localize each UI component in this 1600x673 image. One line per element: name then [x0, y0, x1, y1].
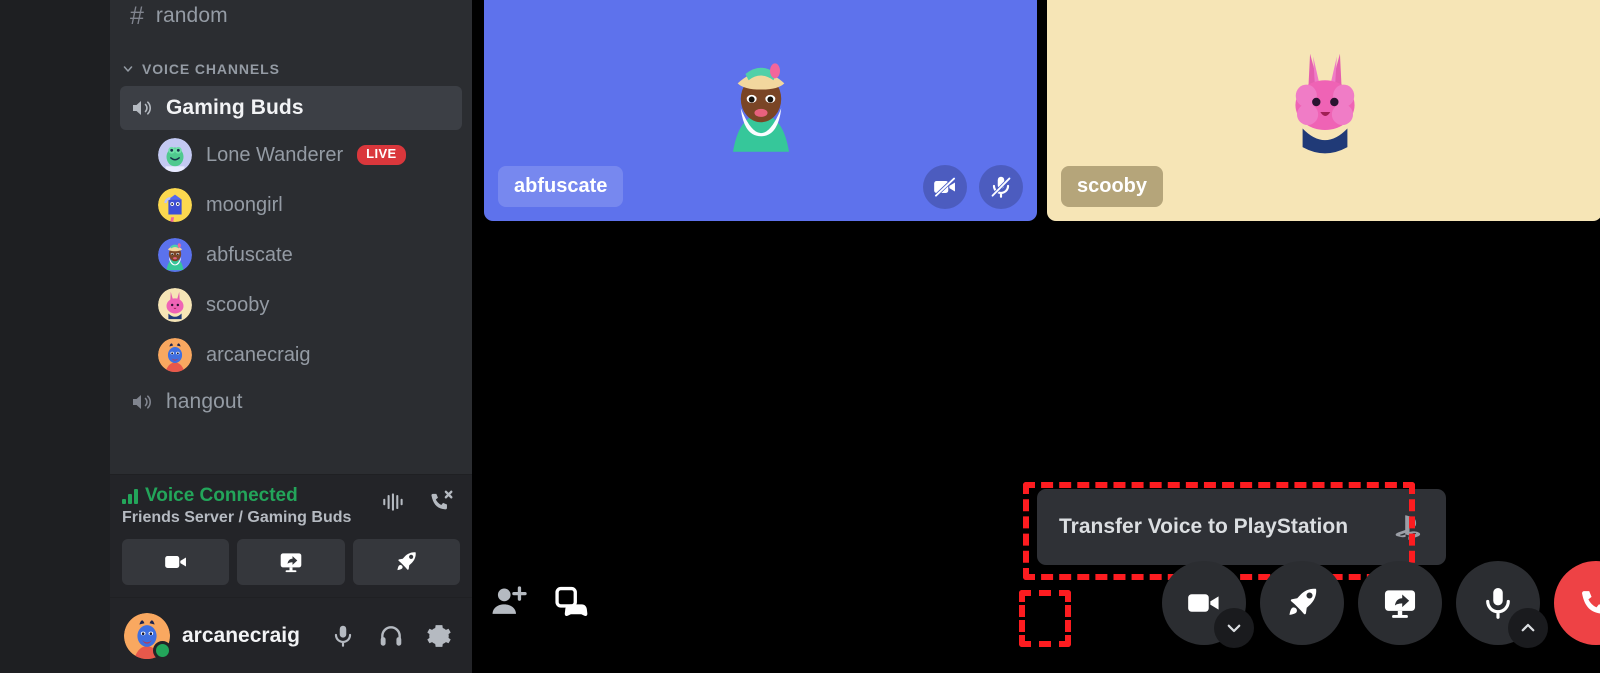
mic-options-button[interactable] [1508, 608, 1548, 648]
avatar [158, 138, 192, 172]
member-name: moongirl [206, 193, 283, 216]
voice-action-buttons [122, 539, 460, 585]
member-name: abfuscate [206, 243, 293, 266]
avatar [158, 338, 192, 372]
username-label: arcanecraig [182, 623, 300, 647]
microphone-icon[interactable] [330, 623, 356, 649]
member-name: scooby [206, 293, 270, 316]
rocket-icon [397, 552, 417, 571]
camera-off-badge [923, 165, 967, 209]
add-person-icon [492, 586, 527, 614]
hangup-icon [1582, 591, 1600, 614]
sidebar-item-random[interactable]: # random [120, 0, 462, 38]
chevron-down-icon [1227, 624, 1241, 633]
member-name: Lone Wanderer [206, 143, 344, 166]
list-item[interactable]: Lone Wanderer LIVE [120, 130, 462, 180]
wizard-avatar [732, 62, 789, 152]
list-item[interactable]: abfuscate [120, 230, 462, 280]
list-item[interactable]: moongirl [120, 180, 462, 230]
channel-label: random [155, 4, 228, 27]
turn-on-camera-button[interactable] [122, 539, 230, 585]
share-screen-button[interactable] [1358, 561, 1442, 645]
list-item[interactable]: scooby [120, 280, 462, 330]
screen-share-icon [1384, 590, 1416, 618]
participant-status-badges [923, 165, 1023, 209]
bottom-left-controls [490, 583, 590, 621]
screen-share-icon [280, 553, 302, 573]
participant-tiles: abfuscate scooby [472, 0, 1600, 221]
sidebar-item-hangout[interactable]: hangout [120, 380, 462, 424]
disconnect-call-icon[interactable] [428, 489, 454, 515]
chevron-up-icon [1521, 623, 1535, 632]
start-activity-button[interactable] [1260, 561, 1344, 645]
mic-off-icon [990, 175, 1012, 199]
presence-indicator [153, 640, 172, 660]
channel-label: Gaming Buds [166, 96, 304, 119]
bunny-avatar [1294, 53, 1355, 153]
channel-list: # random Voice Channels Gaming Buds [110, 0, 472, 474]
category-voice-channels[interactable]: Voice Channels [120, 52, 462, 86]
channel-label: hangout [166, 390, 243, 413]
avatar[interactable] [124, 612, 172, 660]
share-screen-button[interactable] [237, 539, 345, 585]
toggle-camera-button[interactable] [1162, 561, 1254, 648]
list-item[interactable]: arcanecraig [120, 330, 462, 380]
signal-strength-icon [122, 488, 138, 504]
discord-voice-call-window: # random Voice Channels Gaming Buds [0, 0, 1600, 673]
sidebar-item-gaming-buds[interactable]: Gaming Buds [120, 86, 462, 130]
participant-tile[interactable]: abfuscate [484, 0, 1037, 221]
voice-status-label: Voice Connected [145, 485, 298, 506]
avatar [158, 188, 192, 222]
playstation-logo-icon [1392, 511, 1424, 543]
hash-icon: # [130, 1, 144, 30]
camera-options-button[interactable] [1214, 608, 1254, 648]
toggle-mic-button[interactable] [1456, 561, 1548, 648]
rocket-icon [1289, 588, 1317, 615]
channel-sidebar: # random Voice Channels Gaming Buds [110, 0, 472, 673]
start-activity-button[interactable] [352, 539, 460, 585]
headphones-icon[interactable] [378, 623, 404, 649]
member-name: arcanecraig [206, 343, 311, 366]
participant-tile[interactable]: scooby [1047, 0, 1600, 221]
console-button-highlight [1019, 590, 1071, 647]
user-panel: arcanecraig [110, 597, 472, 673]
console-transfer-icon [555, 586, 588, 617]
tooltip-label: Transfer Voice to PlayStation [1059, 515, 1349, 538]
participant-name-label: abfuscate [498, 166, 624, 207]
server-rail [0, 0, 110, 673]
disconnect-button[interactable] [1554, 561, 1600, 645]
speaker-icon [133, 101, 151, 115]
live-badge: LIVE [357, 145, 406, 165]
user-settings-icon[interactable] [426, 623, 452, 649]
call-controls [1162, 561, 1600, 648]
avatar [158, 238, 192, 272]
transfer-voice-tooltip: Transfer Voice to PlayStation [1037, 489, 1447, 565]
participant-name-label: scooby [1061, 166, 1164, 207]
noise-suppression-icon[interactable] [380, 489, 406, 515]
video-off-icon [933, 176, 957, 198]
mic-off-badge [979, 165, 1023, 209]
avatar [158, 288, 192, 322]
chevron-down-icon [123, 66, 133, 72]
voice-status: Voice Connected [122, 485, 380, 507]
video-camera-icon [164, 556, 186, 568]
call-stage: abfuscate scooby Transfer Voice to PlayS… [472, 0, 1600, 673]
transfer-voice-to-console-button[interactable] [552, 583, 590, 621]
voice-connected-panel: Voice Connected Friends Server / Gaming … [110, 474, 472, 597]
speaker-icon [133, 395, 151, 409]
invite-friends-button[interactable] [490, 583, 528, 621]
category-label: Voice Channels [142, 61, 280, 77]
voice-location-label: Friends Server / Gaming Buds [122, 509, 352, 526]
